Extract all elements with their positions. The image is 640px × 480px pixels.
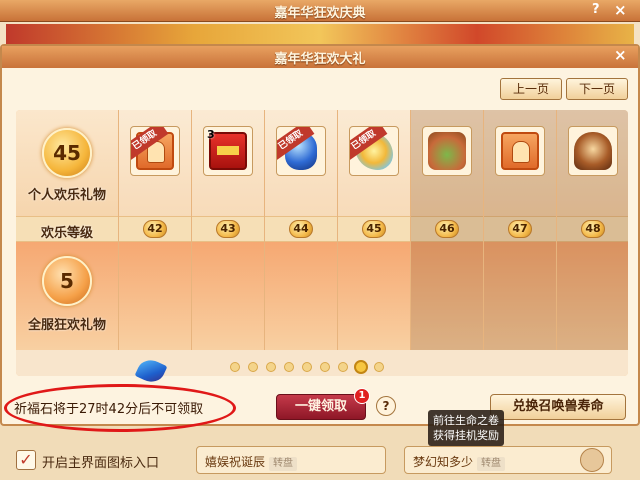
activity-field-left-label: 嬉娱祝诞辰: [205, 455, 266, 469]
personal-level-cell: 45 个人欢乐礼物: [16, 110, 118, 216]
food-icon: [428, 132, 466, 170]
personal-gift-label: 个人欢乐礼物: [27, 188, 106, 203]
level-badge: 44: [289, 220, 313, 238]
pot-icon: [574, 132, 612, 170]
level-badge: 42: [143, 220, 167, 238]
next-page-button[interactable]: 下一页: [566, 78, 628, 100]
level-badge: 45: [362, 220, 386, 238]
item-count-badge: 3: [207, 128, 215, 141]
notice-highlight-ring: [4, 384, 236, 432]
page-dot[interactable]: [320, 362, 330, 372]
exchange-pet-life-button[interactable]: 兑换召唤兽寿命: [490, 394, 626, 420]
reward-column: 已领取 44: [264, 110, 337, 350]
page-dot-active[interactable]: [354, 360, 368, 374]
page-dot[interactable]: [230, 362, 240, 372]
page-dot[interactable]: [338, 362, 348, 372]
claim-all-button[interactable]: 一键领取: [276, 394, 366, 420]
dialog-titlebar: 嘉年华狂欢大礼 ×: [2, 46, 638, 68]
rewards-panel: 45 个人欢乐礼物 欢乐等级 5 全服狂欢礼物 已领取 42 3 43 已领取 44 已领取…: [16, 110, 628, 376]
tooltip-line-2: 获得挂机奖励: [433, 429, 499, 442]
tooltip-line-1: 前往生命之卷: [433, 414, 499, 427]
reward-item-slot[interactable]: 已领取: [276, 126, 326, 176]
close-icon[interactable]: ×: [614, 1, 627, 19]
reward-item-slot[interactable]: 已领取: [130, 126, 180, 176]
reward-column: 46: [410, 110, 483, 350]
reward-item-slot[interactable]: 3: [203, 126, 253, 176]
level-badge: 46: [435, 220, 459, 238]
global-gift-label: 全服狂欢礼物: [27, 318, 106, 333]
activity-field-left[interactable]: 嬉娱祝诞辰 转盘: [196, 446, 386, 474]
show-icon-checkbox[interactable]: ✓: [16, 450, 36, 470]
prev-page-button[interactable]: 上一页: [500, 78, 562, 100]
global-level-medal: 5: [42, 256, 92, 306]
reward-item-slot[interactable]: 已领取: [349, 126, 399, 176]
page-dot[interactable]: [248, 362, 258, 372]
reward-column: 已领取 45: [337, 110, 410, 350]
global-level-cell: 5 全服狂欢礼物: [16, 242, 118, 350]
background-titlebar: 嘉年华狂欢庆典 ? ×: [0, 0, 640, 22]
level-row-label: 欢乐等级: [40, 226, 93, 241]
activity-field-right-hint: 转盘: [477, 457, 506, 471]
show-icon-label: 开启主界面图标入口: [42, 456, 160, 471]
level-badge: 48: [581, 220, 605, 238]
page-dot[interactable]: [374, 362, 384, 372]
help-icon[interactable]: ?: [592, 2, 600, 17]
gift-dialog: 嘉年华狂欢大礼 × 上一页 下一页 45 个人欢乐礼物 欢乐等级 5 全服狂欢礼…: [0, 44, 640, 426]
reward-item-slot[interactable]: [422, 126, 472, 176]
reward-column: 已领取 42: [118, 110, 191, 350]
reward-column: 3 43: [191, 110, 264, 350]
lock-icon[interactable]: [580, 448, 604, 472]
personal-level-medal: 45: [42, 128, 92, 178]
level-badge: 47: [508, 220, 532, 238]
tooltip: 前往生命之卷 获得挂机奖励: [428, 410, 504, 446]
dialog-title: 嘉年华狂欢大礼: [274, 52, 366, 67]
activity-field-right-label: 梦幻知多少: [413, 455, 474, 469]
reward-item-slot[interactable]: [495, 126, 545, 176]
background-title: 嘉年华狂欢庆典: [274, 6, 366, 21]
reward-column: 47: [483, 110, 556, 350]
reward-column: 48: [556, 110, 628, 350]
reward-item-slot[interactable]: [568, 126, 618, 176]
card-icon: [501, 132, 539, 170]
page-dot[interactable]: [302, 362, 312, 372]
level-badge: 43: [216, 220, 240, 238]
page-dot[interactable]: [284, 362, 294, 372]
page-dot[interactable]: [266, 362, 276, 372]
activity-field-left-hint: 转盘: [269, 457, 298, 471]
claim-count-badge: 1: [354, 388, 370, 404]
close-icon[interactable]: ×: [614, 46, 627, 64]
event-banner: [6, 24, 634, 46]
help-icon[interactable]: ?: [376, 396, 396, 416]
